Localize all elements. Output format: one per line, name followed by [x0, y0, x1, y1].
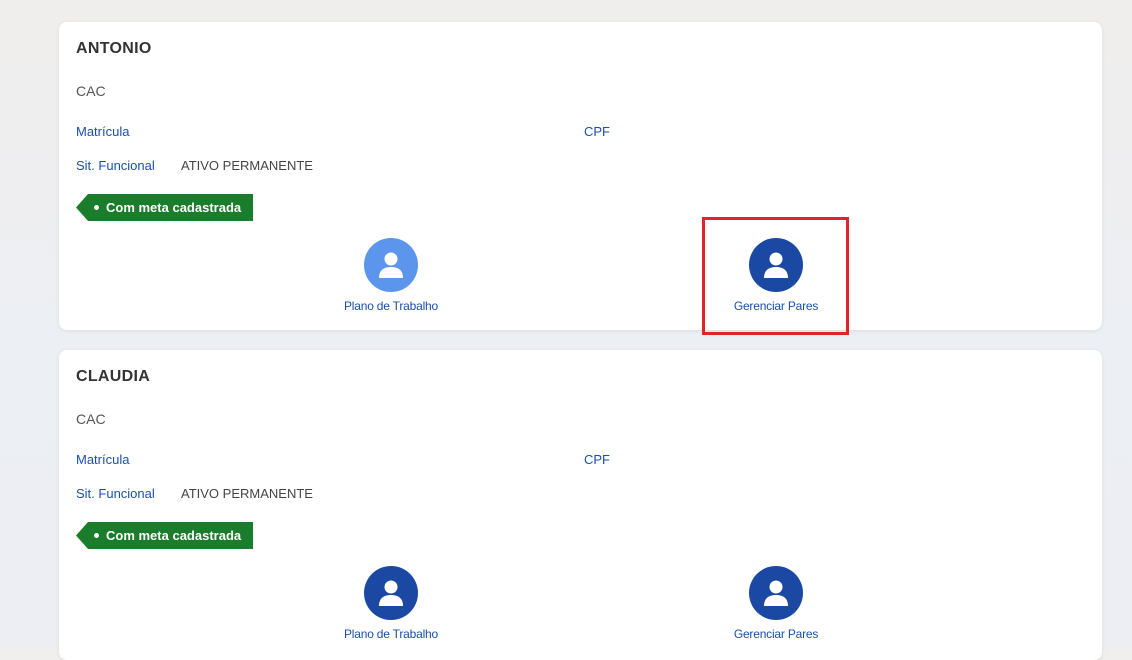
employee-name: CLAUDIA [76, 368, 151, 385]
employee-unit: CAC [76, 411, 106, 427]
user-icon [364, 566, 418, 620]
employee-card-claudia: CLAUDIA CAC Matrícula CPF Sit. Funcional… [59, 350, 1102, 660]
user-icon [749, 566, 803, 620]
highlight-box [702, 217, 849, 335]
plano-de-trabalho-label: Plano de Trabalho [343, 627, 438, 641]
meta-status-tag: Com meta cadastrada [76, 194, 254, 221]
meta-status-tag: Com meta cadastrada [76, 522, 254, 549]
employee-name: ANTONIO [76, 40, 152, 57]
employee-unit: CAC [76, 83, 106, 99]
meta-status-text: Com meta cadastrada [106, 528, 242, 543]
gerenciar-pares-label: Gerenciar Pares [733, 627, 819, 641]
employee-card-antonio: ANTONIO CAC Matrícula CPF Sit. Funcional… [59, 22, 1102, 330]
sit-funcional-value: ATIVO PERMANENTE [181, 486, 313, 501]
cpf-label: CPF [584, 124, 610, 139]
sit-funcional-value: ATIVO PERMANENTE [181, 158, 313, 173]
sit-funcional-label: Sit. Funcional [76, 158, 155, 173]
sit-funcional-label: Sit. Funcional [76, 486, 155, 501]
plano-de-trabalho-button[interactable]: Plano de Trabalho [311, 238, 471, 313]
bullet-icon [94, 205, 99, 211]
user-icon [364, 238, 418, 292]
matricula-label: Matrícula [76, 452, 130, 467]
plano-de-trabalho-button[interactable]: Plano de Trabalho [311, 566, 471, 641]
bullet-icon [94, 533, 99, 539]
gerenciar-pares-button[interactable]: Gerenciar Pares [696, 566, 856, 641]
cpf-label: CPF [584, 452, 610, 467]
meta-status-text: Com meta cadastrada [106, 200, 242, 215]
plano-de-trabalho-label: Plano de Trabalho [343, 299, 438, 313]
matricula-label: Matrícula [76, 124, 130, 139]
